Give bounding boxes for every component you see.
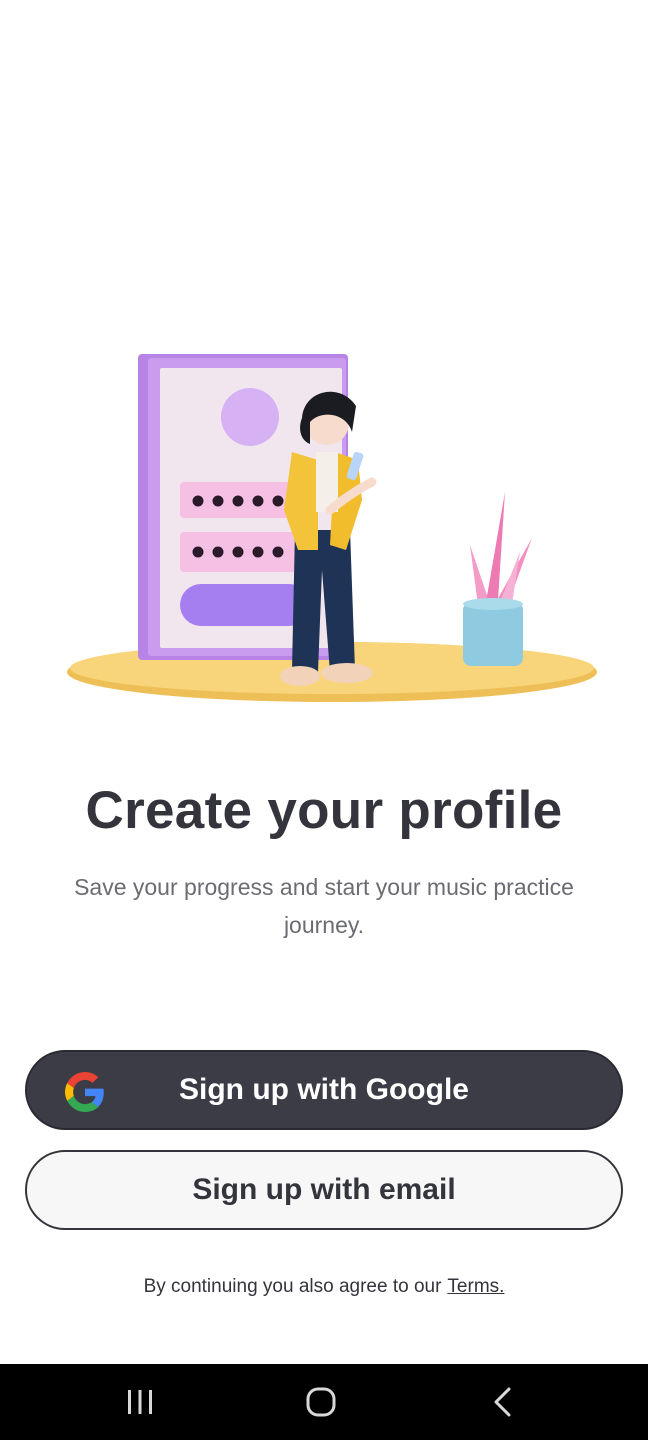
google-signup-label: Sign up with Google bbox=[179, 1073, 469, 1106]
google-signup-button[interactable]: Sign up with Google bbox=[25, 1050, 623, 1130]
signup-illustration bbox=[67, 354, 597, 702]
back-icon[interactable] bbox=[483, 1382, 523, 1422]
terms-notice: By continuing you also agree to our Terms… bbox=[0, 1276, 648, 1298]
recents-icon[interactable] bbox=[120, 1382, 160, 1422]
email-signup-label: Sign up with email bbox=[192, 1173, 456, 1206]
system-nav-bar bbox=[0, 1364, 648, 1440]
email-signup-button[interactable]: Sign up with email bbox=[25, 1150, 623, 1230]
home-icon[interactable] bbox=[301, 1382, 341, 1422]
terms-text: By continuing you also agree to our bbox=[143, 1276, 442, 1297]
page-subtitle: Save your progress and start your music … bbox=[74, 874, 574, 938]
page-title: Create your profile bbox=[85, 781, 563, 840]
google-logo-icon bbox=[65, 1072, 104, 1112]
terms-link[interactable]: Terms. bbox=[447, 1276, 504, 1297]
